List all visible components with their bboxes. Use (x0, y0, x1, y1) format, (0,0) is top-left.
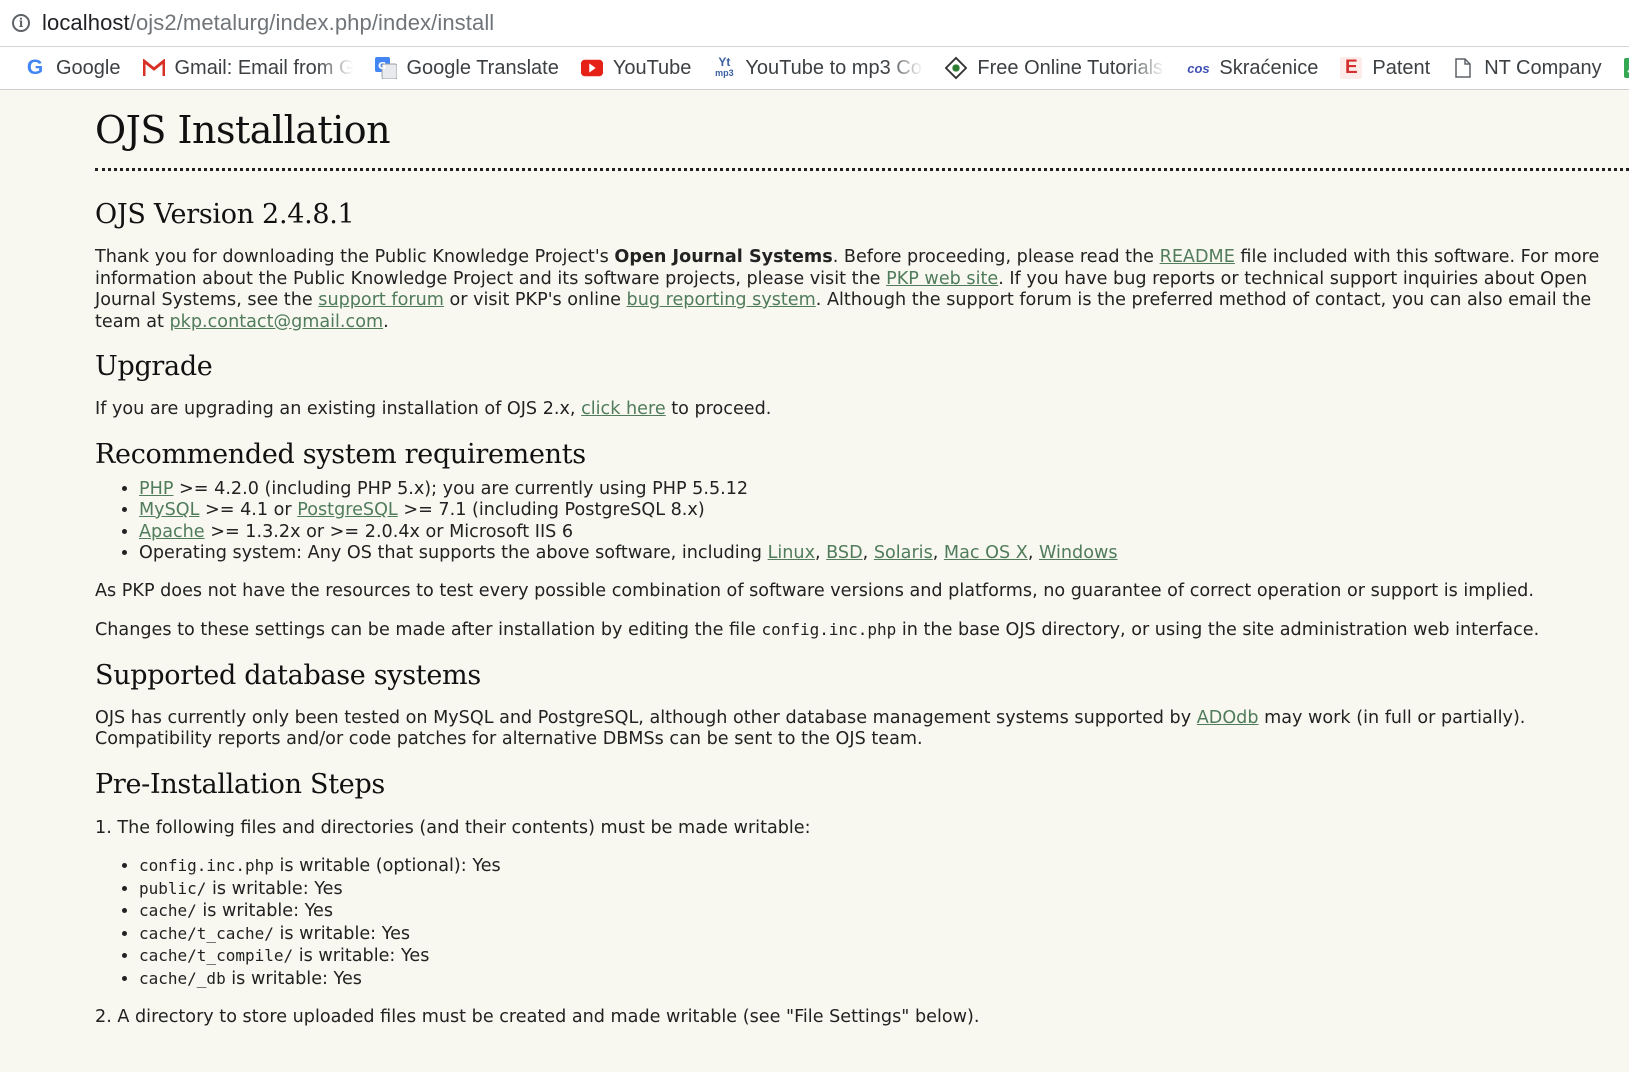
changes-paragraph: Changes to these settings can be made af… (95, 620, 1540, 640)
support-forum-link[interactable]: support forum (318, 290, 444, 310)
bookmark-label: Gmail: Email from Goo (174, 56, 353, 79)
bookmark-youtube[interactable]: YouTube (580, 56, 692, 80)
bookmark-nt-company[interactable]: NT Company (1452, 56, 1602, 80)
bookmark-label: Skraćenice (1219, 56, 1319, 79)
config-file-code: config.inc.php (761, 620, 897, 639)
list-item: cache/t_compile/ is writable: Yes (139, 945, 1629, 968)
url-text[interactable]: localhost/ojs2/metalurg/index.php/index/… (42, 10, 494, 36)
page-content: OJS Installation OJS Version 2.4.8.1 Tha… (95, 90, 1629, 1029)
page-title: OJS Installation (95, 108, 391, 152)
title-divider (95, 168, 1629, 171)
bookmark-label: Free Online Tutorials a (977, 56, 1166, 79)
bookmark-gmail[interactable]: Gmail: Email from Goo (142, 56, 353, 80)
bookmark-label: NT Company (1484, 56, 1602, 79)
gmail-icon (142, 57, 165, 79)
ojs-name: Open Journal Systems (614, 247, 833, 267)
bug-reporting-link[interactable]: bug reporting system (627, 290, 816, 310)
url-host: localhost (42, 10, 130, 35)
youtube-icon (580, 57, 603, 79)
list-item: cache/_db is writable: Yes (139, 968, 1629, 991)
spreadsheet-icon (1623, 57, 1629, 79)
list-item: Operating system: Any OS that supports t… (139, 543, 1629, 565)
list-item: config.inc.php is writable (optional): Y… (139, 855, 1629, 878)
writable-files-list: config.inc.php is writable (optional): Y… (95, 855, 1629, 990)
windows-link[interactable]: Windows (1039, 543, 1118, 563)
bookmark-label: Google (56, 56, 121, 79)
step2-text: 2. A directory to store uploaded files m… (95, 1007, 980, 1027)
databases-paragraph: OJS has currently only been tested on My… (95, 707, 1526, 750)
bookmark-label: Patent (1372, 56, 1431, 79)
mysql-link[interactable]: MySQL (139, 500, 199, 520)
upgrade-heading: Upgrade (95, 351, 213, 382)
databases-heading: Supported database systems (95, 659, 481, 691)
bookmark-skracenice[interactable]: cos Skraćenice (1187, 57, 1318, 80)
list-item: MySQL >= 4.1 or PostgreSQL >= 7.1 (inclu… (139, 500, 1629, 522)
bookmark-label: YouTube to mp3 Conv (745, 56, 924, 79)
patent-icon: E (1340, 57, 1363, 79)
list-item: public/ is writable: Yes (139, 878, 1629, 901)
skracenice-icon: cos (1187, 60, 1210, 76)
list-item: cache/t_cache/ is writable: Yes (139, 923, 1629, 946)
postgresql-link[interactable]: PostgreSQL (297, 500, 397, 520)
bookmarks-bar: G Google Gmail: Email from Goo G Google … (0, 47, 1629, 90)
svg-text:G: G (378, 61, 386, 72)
requirements-heading: Recommended system requirements (95, 438, 586, 470)
bookmark-label: Google Translate (406, 56, 559, 79)
disclaimer-paragraph: As PKP does not have the resources to te… (95, 580, 1534, 601)
adodb-link[interactable]: ADOdb (1197, 708, 1259, 728)
version-heading: OJS Version 2.4.8.1 (95, 199, 355, 230)
intro-paragraph: Thank you for downloading the Public Kno… (95, 247, 1600, 332)
linux-link[interactable]: Linux (768, 543, 815, 563)
bookmark-patent[interactable]: E Patent (1340, 57, 1430, 80)
google-icon: G (26, 56, 44, 79)
bookmark-overflow[interactable] (1623, 57, 1629, 79)
bookmark-label: YouTube (612, 56, 692, 79)
tutorials-icon (945, 56, 968, 80)
step1-text: 1. The following files and directories (… (95, 817, 811, 838)
bookmark-google[interactable]: G Google (24, 56, 121, 80)
list-item: PHP >= 4.2.0 (including PHP 5.x); you ar… (139, 479, 1629, 501)
macosx-link[interactable]: Mac OS X (944, 543, 1028, 563)
bookmark-youtube-mp3[interactable]: Yt mp3 YouTube to mp3 Conv (713, 55, 924, 80)
apache-link[interactable]: Apache (139, 522, 205, 542)
google-translate-icon: G (374, 57, 397, 79)
email-link[interactable]: pkp.contact@gmail.com (170, 312, 384, 332)
youtube-mp3-icon: Yt mp3 (715, 55, 734, 78)
list-item: Apache >= 1.3.2x or >= 2.0.4x or Microso… (139, 522, 1629, 544)
address-bar[interactable]: i localhost/ojs2/metalurg/index.php/inde… (0, 0, 1629, 47)
pkp-site-link[interactable]: PKP web site (886, 269, 998, 289)
preinstall-heading: Pre-Installation Steps (95, 768, 385, 800)
info-icon[interactable]: i (12, 14, 30, 32)
list-item: cache/ is writable: Yes (139, 900, 1629, 923)
url-path: /ojs2/metalurg/index.php/index/install (129, 10, 495, 35)
requirements-list: PHP >= 4.2.0 (including PHP 5.x); you ar… (95, 479, 1629, 565)
bookmark-free-online-tutorials[interactable]: Free Online Tutorials a (945, 57, 1165, 80)
bsd-link[interactable]: BSD (826, 543, 862, 563)
page-icon (1452, 57, 1474, 79)
upgrade-paragraph: If you are upgrading an existing install… (95, 399, 772, 419)
php-link[interactable]: PHP (139, 479, 173, 499)
bookmark-google-translate[interactable]: G Google Translate (374, 56, 559, 80)
solaris-link[interactable]: Solaris (874, 543, 933, 563)
readme-link[interactable]: README (1160, 247, 1235, 267)
upgrade-link[interactable]: click here (581, 399, 666, 419)
